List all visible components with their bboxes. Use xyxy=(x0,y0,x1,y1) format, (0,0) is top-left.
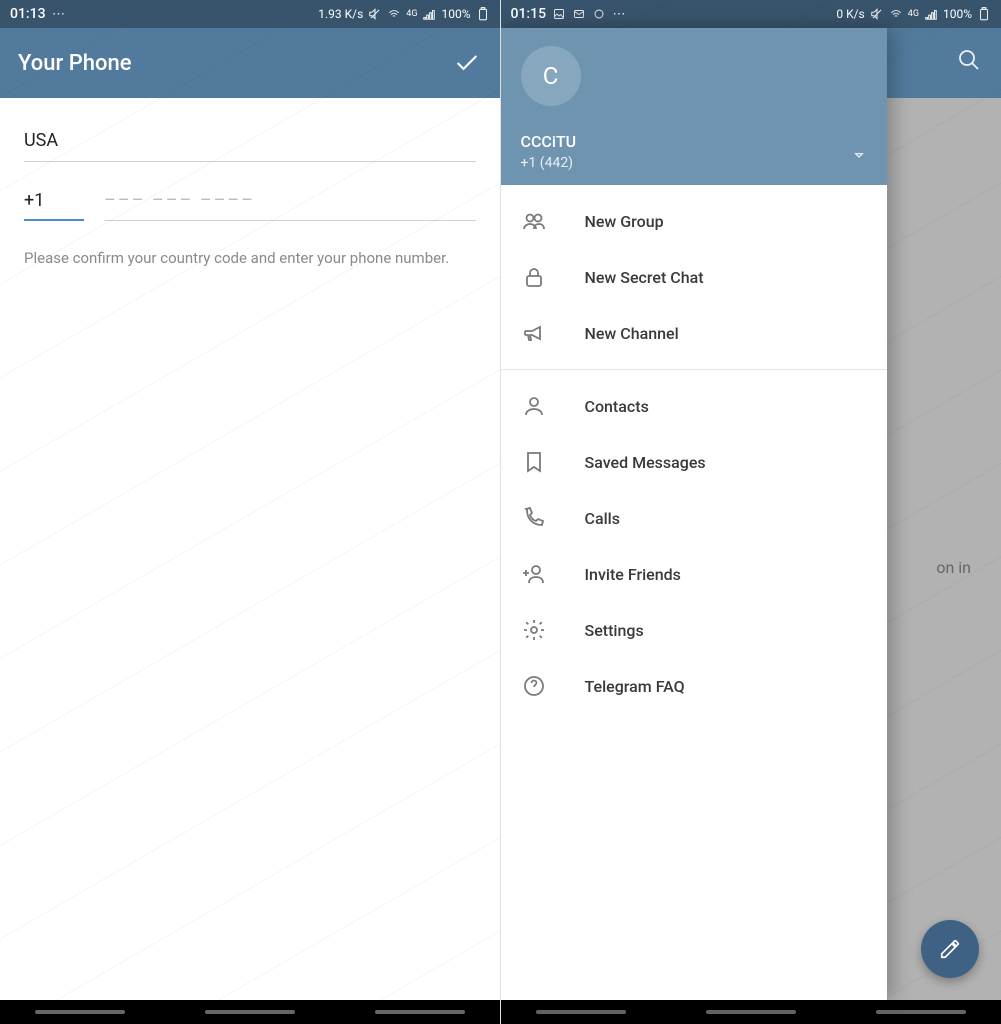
notif-image-icon xyxy=(552,7,566,21)
login-form: USA +1 ––– ––– –––– Please confirm your … xyxy=(0,98,500,290)
drawer-item-contacts[interactable]: Contacts xyxy=(501,378,887,434)
status-bar: 01:15 ⋯ 0 K/s 4G 100% xyxy=(501,0,1001,28)
page-title: Your Phone xyxy=(18,51,131,76)
compose-fab[interactable] xyxy=(921,920,979,978)
nav-back[interactable] xyxy=(876,1010,966,1014)
hint-text: Please confirm your country code and ent… xyxy=(24,247,476,270)
phone-icon xyxy=(521,505,547,531)
status-bar: 01:13 ⋯ 1.93 K/s 4G 100% xyxy=(0,0,500,28)
status-data-rate: 1.93 K/s xyxy=(318,7,363,21)
drawer-item-label: Settings xyxy=(585,621,644,640)
drawer-item-invite-friends[interactable]: Invite Friends xyxy=(501,546,887,602)
country-code-input[interactable]: +1 xyxy=(24,180,84,221)
addperson-icon xyxy=(521,561,547,587)
status-more-icon: ⋯ xyxy=(612,7,626,21)
status-net: 4G xyxy=(908,9,919,19)
bookmark-icon xyxy=(521,449,547,475)
mute-icon xyxy=(368,7,382,21)
battery-icon xyxy=(977,7,991,21)
mute-icon xyxy=(870,7,884,21)
drawer-item-calls[interactable]: Calls xyxy=(501,490,887,546)
app-bar: Your Phone xyxy=(0,28,500,98)
nav-recent[interactable] xyxy=(35,1010,125,1014)
megaphone-icon xyxy=(521,320,547,346)
drawer-item-new-group[interactable]: New Group xyxy=(501,193,887,249)
battery-pct: 100% xyxy=(441,7,470,21)
confirm-button[interactable] xyxy=(452,48,482,78)
drawer-item-label: Invite Friends xyxy=(585,565,681,584)
status-time: 01:13 xyxy=(10,6,46,22)
battery-pct: 100% xyxy=(943,7,972,21)
drawer-phone: +1 (442) xyxy=(521,155,867,171)
drawer-item-saved-messages[interactable]: Saved Messages xyxy=(501,434,887,490)
drawer-item-new-channel[interactable]: New Channel xyxy=(501,305,887,361)
drawer-header: C CCCiTU +1 (442) xyxy=(501,28,887,185)
drawer-item-new-secret-chat[interactable]: New Secret Chat xyxy=(501,249,887,305)
nav-home[interactable] xyxy=(205,1010,295,1014)
drawer-item-label: New Secret Chat xyxy=(585,268,704,287)
status-icons-left: ⋯ xyxy=(52,7,66,21)
drawer-divider xyxy=(501,369,887,370)
gear-icon xyxy=(521,617,547,643)
account-expand-button[interactable] xyxy=(849,145,869,165)
wifi-icon xyxy=(387,7,401,21)
drawer-item-telegram-faq[interactable]: Telegram FAQ xyxy=(501,658,887,714)
avatar[interactable]: C xyxy=(521,46,581,106)
phone-number-input[interactable]: ––– ––– –––– xyxy=(104,180,476,221)
drawer-item-label: Calls xyxy=(585,509,620,528)
drawer-item-settings[interactable]: Settings xyxy=(501,602,887,658)
nav-recent[interactable] xyxy=(536,1010,626,1014)
notif-chat-icon xyxy=(592,7,606,21)
nav-back[interactable] xyxy=(375,1010,465,1014)
signal-icon xyxy=(422,7,436,21)
phone-screen-drawer: 01:15 ⋯ 0 K/s 4G 100% on in xyxy=(501,0,1001,1024)
android-nav-bar xyxy=(501,1000,1001,1024)
notif-mail-icon xyxy=(572,7,586,21)
drawer-username: CCCiTU xyxy=(521,132,867,151)
signal-icon xyxy=(924,7,938,21)
phone-screen-login: 01:13 ⋯ 1.93 K/s 4G 100% Your Phone USA xyxy=(0,0,501,1024)
nav-home[interactable] xyxy=(706,1010,796,1014)
drawer-item-label: New Channel xyxy=(585,324,679,343)
group-icon xyxy=(521,208,547,234)
drawer-item-label: New Group xyxy=(585,212,664,231)
country-selector[interactable]: USA xyxy=(24,118,476,162)
wifi-icon xyxy=(889,7,903,21)
drawer-item-label: Saved Messages xyxy=(585,453,706,472)
status-net: 4G xyxy=(406,9,417,19)
status-time: 01:15 xyxy=(511,6,547,22)
status-data-rate: 0 K/s xyxy=(836,7,864,21)
drawer-item-label: Contacts xyxy=(585,397,649,416)
android-nav-bar xyxy=(0,1000,500,1024)
battery-icon xyxy=(476,7,490,21)
drawer-list: New Group New Secret Chat New Channel Conta… xyxy=(501,185,887,1000)
navigation-drawer: C CCCiTU +1 (442) New Group New Secret Ch… xyxy=(501,28,887,1000)
lock-icon xyxy=(521,264,547,290)
person-icon xyxy=(521,393,547,419)
help-icon xyxy=(521,673,547,699)
background-text: on in xyxy=(936,558,971,577)
drawer-item-label: Telegram FAQ xyxy=(585,677,685,696)
search-button[interactable] xyxy=(957,48,983,74)
